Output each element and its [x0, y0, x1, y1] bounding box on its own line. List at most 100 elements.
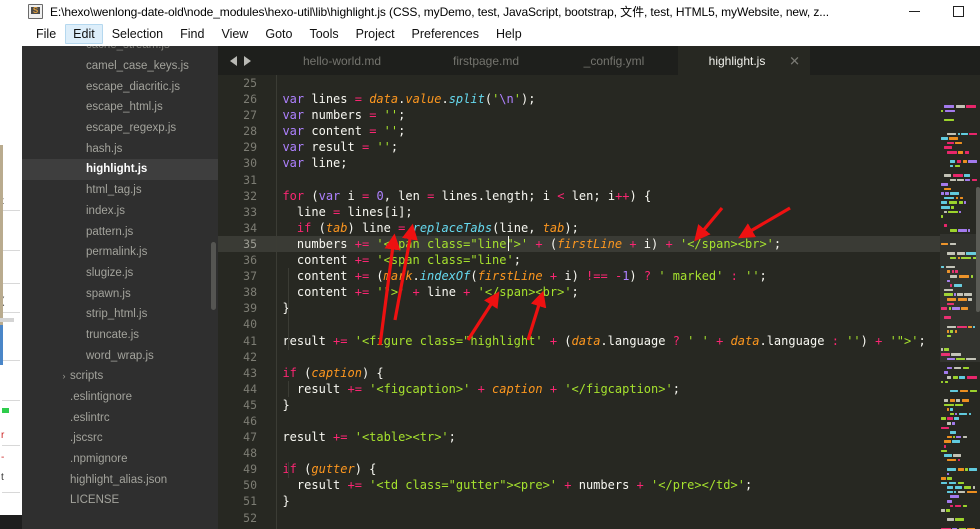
code-line[interactable]: content += (mark.indexOf(firstLine + i) … [266, 268, 980, 284]
code-line[interactable]: result += '<figcaption>' + caption + '</… [266, 381, 980, 397]
code-line[interactable]: if (gutter) { [266, 461, 980, 477]
code-line[interactable]: var lines = data.value.split('\n'); [266, 91, 980, 107]
sidebar-item-highlight-alias-json[interactable]: highlight_alias.json [22, 469, 218, 490]
line-number[interactable]: 41 [218, 333, 266, 349]
sidebar-item-cache-stream-js[interactable]: cache_stream.js [22, 46, 218, 56]
sidebar-item-npmignore[interactable]: .npmignore [22, 449, 218, 470]
code-line[interactable] [266, 75, 980, 91]
line-number[interactable]: 51 [218, 493, 266, 509]
code-line-current[interactable]: numbers += '<span class="line">' + (firs… [266, 235, 980, 253]
tab-bar[interactable]: hello-world.md firstpage.md _config.yml … [218, 46, 980, 75]
menu-item-selection[interactable]: Selection [104, 24, 171, 44]
minimize-button[interactable] [892, 0, 936, 22]
line-number[interactable]: 28 [218, 123, 266, 139]
sidebar-item-highlight-js[interactable]: highlight.js [22, 159, 218, 180]
line-number[interactable]: 32 [218, 188, 266, 204]
line-number[interactable]: 31 [218, 172, 266, 188]
sidebar-item-eslintignore[interactable]: .eslintignore [22, 387, 218, 408]
code-line[interactable]: for (var i = 0, len = lines.length; i < … [266, 188, 980, 204]
sidebar-file-tree[interactable]: cache_stream.js camel_case_keys.js escape_… [22, 46, 218, 529]
line-number[interactable]: 52 [218, 510, 266, 526]
menu-item-preferences[interactable]: Preferences [404, 24, 487, 44]
chevron-right-icon[interactable]: › [58, 371, 70, 381]
code-line[interactable]: line = lines[i]; [266, 204, 980, 220]
code-line[interactable]: } [266, 397, 980, 413]
title-bar[interactable]: S E:\hexo\wenlong-date-old\node_modules\… [22, 0, 980, 22]
menu-item-help[interactable]: Help [488, 24, 530, 44]
menu-item-find[interactable]: Find [172, 24, 212, 44]
sidebar-item-hash-js[interactable]: hash.js [22, 138, 218, 159]
chevron-right-icon[interactable] [243, 55, 251, 66]
code-line[interactable]: if (caption) { [266, 365, 980, 381]
minimap[interactable] [940, 104, 980, 529]
sidebar-item-eslintrc[interactable]: .eslintrc [22, 407, 218, 428]
line-number[interactable]: 39 [218, 300, 266, 316]
code-line[interactable]: result += '<table><tr>'; [266, 429, 980, 445]
code-line[interactable] [266, 445, 980, 461]
code-line[interactable] [266, 349, 980, 365]
line-number[interactable]: 29 [218, 139, 266, 155]
code-line[interactable]: var result = ''; [266, 139, 980, 155]
sidebar-item-escape-regexp-js[interactable]: escape_regexp.js [22, 118, 218, 139]
line-number[interactable]: 49 [218, 461, 266, 477]
editor-scrollbar[interactable] [976, 187, 980, 312]
line-number[interactable]: 40 [218, 316, 266, 332]
code-line[interactable]: } [266, 493, 980, 509]
sidebar-scrollbar[interactable] [211, 242, 216, 310]
code-line[interactable]: result += '<figure class="highlight' + (… [266, 333, 980, 349]
sidebar-item-permalink-js[interactable]: permalink.js [22, 242, 218, 263]
line-number[interactable]: 25 [218, 75, 266, 91]
line-number[interactable]: 35 [218, 235, 266, 253]
chevron-left-icon[interactable] [229, 55, 237, 66]
menu-item-view[interactable]: View [213, 24, 256, 44]
code-line[interactable]: var numbers = ''; [266, 107, 980, 123]
code-lines[interactable]: var lines = data.value.split('\n'); var … [266, 75, 980, 529]
sidebar-item-escape-html-js[interactable]: escape_html.js [22, 97, 218, 118]
sidebar-item-spawn-js[interactable]: spawn.js [22, 283, 218, 304]
code-line[interactable] [266, 510, 980, 526]
menu-bar[interactable]: File Edit Selection Find View Goto Tools… [22, 22, 980, 46]
code-line[interactable] [266, 316, 980, 332]
sidebar-item-word-wrap-js[interactable]: word_wrap.js [22, 345, 218, 366]
tab-hello-world-md[interactable]: hello-world.md [262, 46, 422, 75]
sidebar-item-pattern-js[interactable]: pattern.js [22, 221, 218, 242]
line-number[interactable]: 50 [218, 477, 266, 493]
code-line[interactable]: var content = ''; [266, 123, 980, 139]
tab-highlight-js[interactable]: highlight.js ✕ [678, 46, 810, 75]
code-line[interactable]: var line; [266, 155, 980, 171]
menu-item-file[interactable]: File [28, 24, 64, 44]
sidebar-item-index-js[interactable]: index.js [22, 201, 218, 222]
tab-firstpage-md[interactable]: firstpage.md [422, 46, 550, 75]
sidebar-item-jscsrc[interactable]: .jscsrc [22, 428, 218, 449]
line-number[interactable]: 42 [218, 349, 266, 365]
line-number[interactable]: 47 [218, 429, 266, 445]
close-icon[interactable]: ✕ [789, 54, 800, 67]
line-number[interactable]: 27 [218, 107, 266, 123]
menu-item-goto[interactable]: Goto [257, 24, 300, 44]
line-number[interactable]: 33 [218, 204, 266, 220]
code-area[interactable]: 25 26 27 28 29 30 31 32 33 34 35 36 37 38 39 40 41 42 43 44… [218, 75, 980, 529]
code-line[interactable]: } [266, 300, 980, 316]
line-number[interactable]: 45 [218, 397, 266, 413]
tab-nav-arrows[interactable] [218, 46, 262, 75]
menu-item-edit[interactable]: Edit [65, 24, 103, 44]
line-number[interactable]: 26 [218, 91, 266, 107]
sidebar-item-license[interactable]: LICENSE [22, 490, 218, 511]
minimap-viewport[interactable] [940, 234, 980, 362]
sidebar-item-slugize-js[interactable]: slugize.js [22, 263, 218, 284]
line-number[interactable]: 44 [218, 381, 266, 397]
code-line[interactable]: content += '<span class="line'; [266, 252, 980, 268]
sidebar-item-scripts[interactable]: › scripts [22, 366, 218, 387]
menu-item-tools[interactable]: Tools [301, 24, 346, 44]
code-line[interactable] [266, 413, 980, 429]
sidebar-item-camel-case-keys-js[interactable]: camel_case_keys.js [22, 56, 218, 77]
maximize-button[interactable] [936, 0, 980, 22]
line-number[interactable]: 48 [218, 445, 266, 461]
sidebar-item-escape-diacritic-js[interactable]: escape_diacritic.js [22, 76, 218, 97]
menu-item-project[interactable]: Project [348, 24, 403, 44]
code-line[interactable] [266, 172, 980, 188]
background-window-sliver[interactable]: t ( r - t [0, 0, 23, 529]
line-number[interactable]: 43 [218, 365, 266, 381]
sidebar-item-truncate-js[interactable]: truncate.js [22, 325, 218, 346]
line-number[interactable]: 30 [218, 155, 266, 171]
